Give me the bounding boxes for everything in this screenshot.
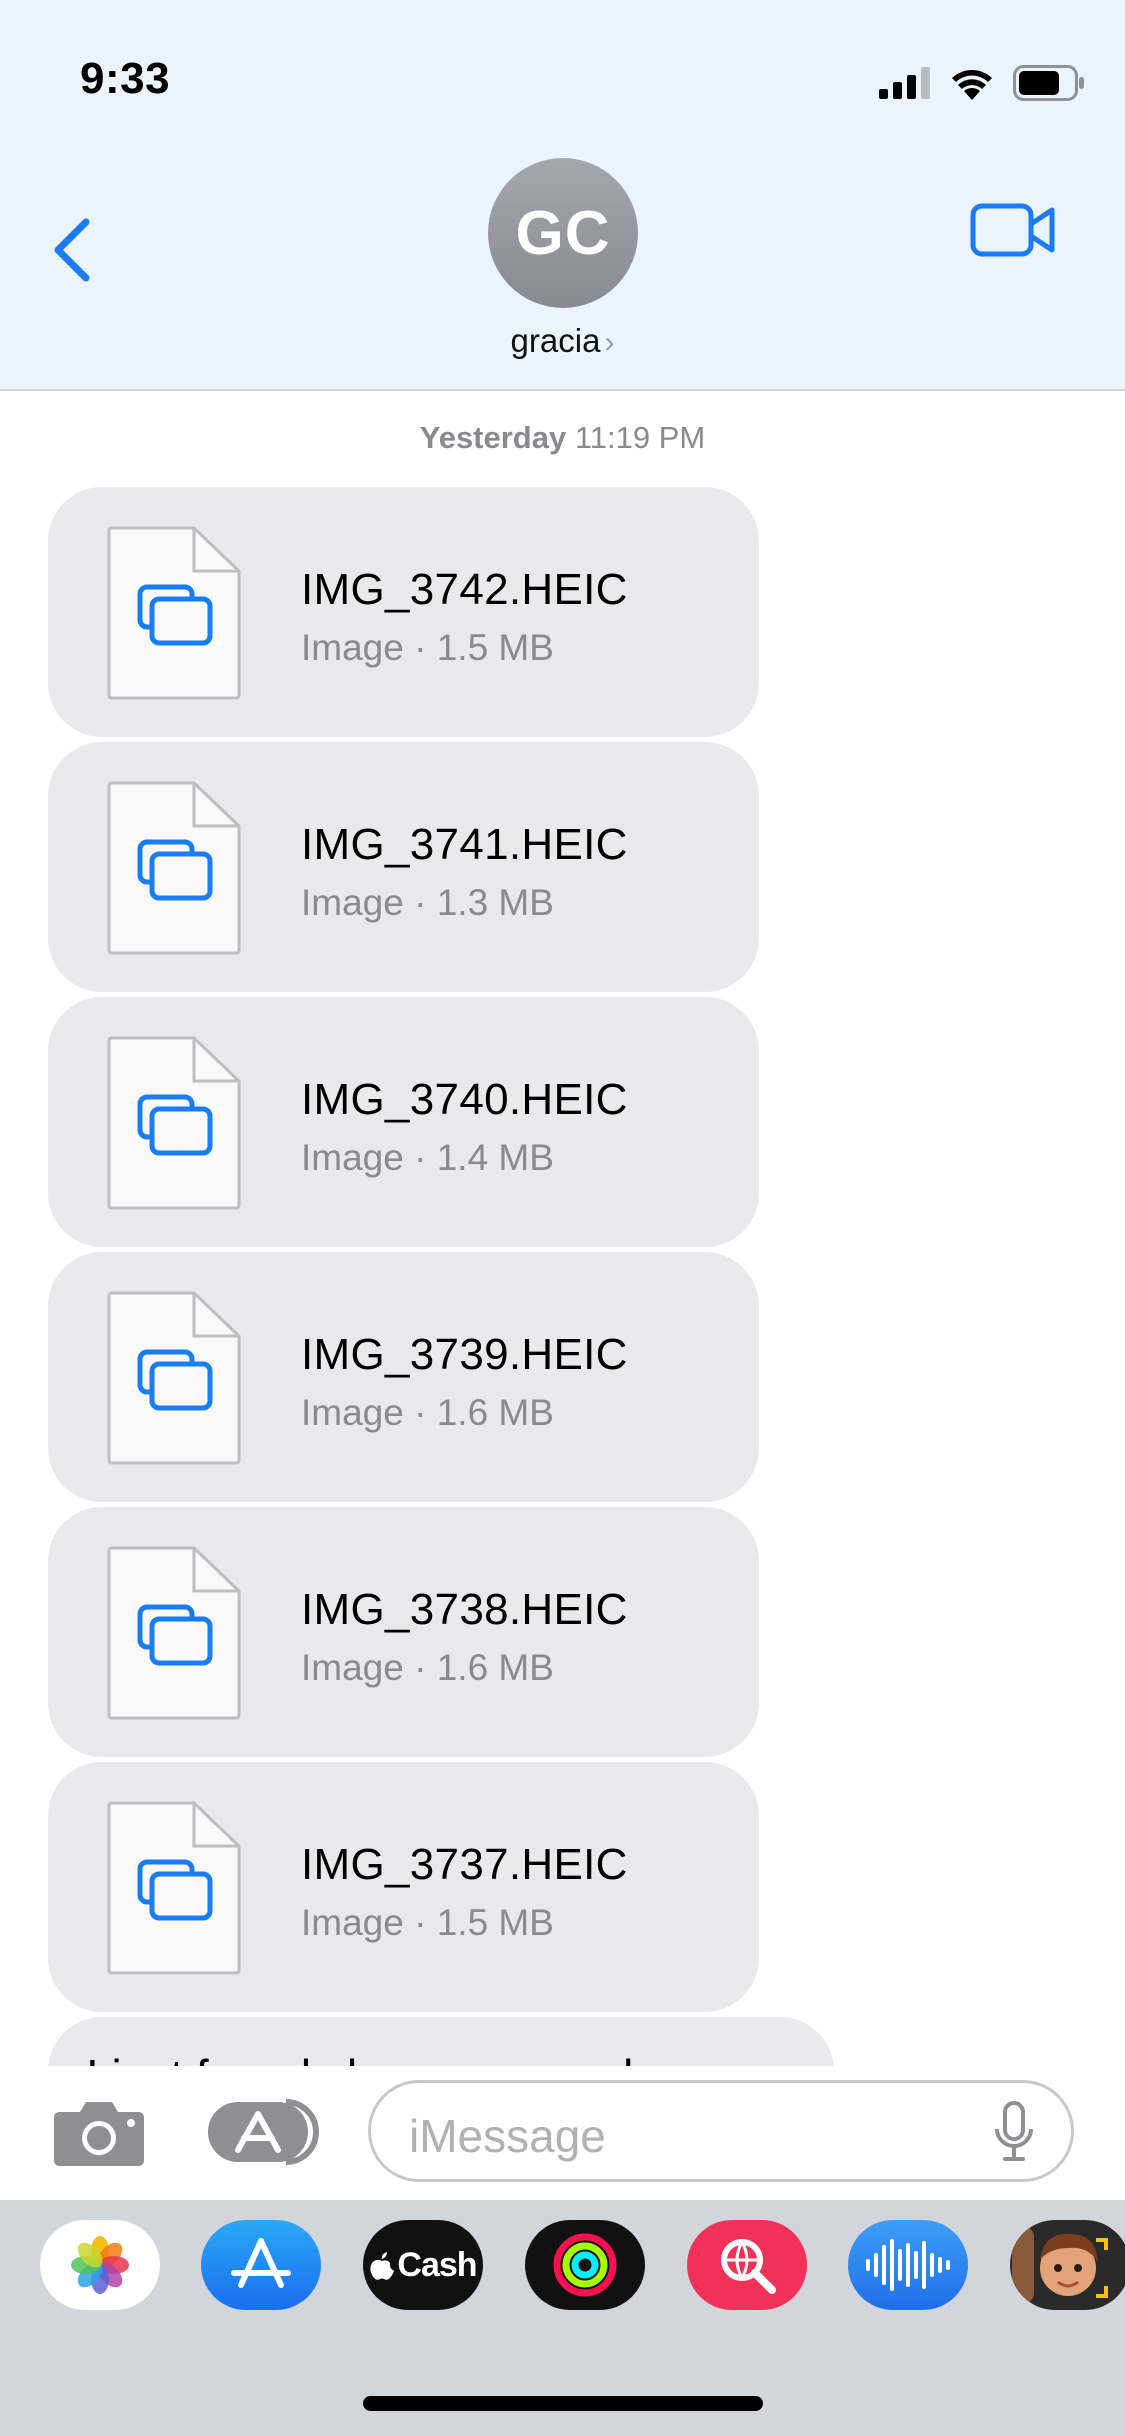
apple-cash-label: Cash [397,2245,477,2284]
attachment-bubble[interactable]: IMG_3738.HEIC Image · 1.6 MB [48,1507,759,1757]
battery-icon [1013,65,1084,101]
attachment-file-name: IMG_3740.HEIC [301,1075,628,1124]
image-file-icon [107,781,241,955]
attachment-file-meta: Image · 1.4 MB [301,1137,554,1178]
fitness-app-button[interactable] [525,2220,645,2310]
attachment-file-meta: Image · 1.6 MB [301,1392,554,1433]
image-file-icon [107,1801,241,1975]
status-icons [879,58,1085,108]
app-store-app-button[interactable] [201,2220,321,2310]
attachment-file-name: IMG_3737.HEIC [301,1840,628,1889]
imessage-placeholder: iMessage [409,2110,606,2162]
audio-message-app-button[interactable] [848,2220,968,2310]
image-file-icon [107,1291,241,1465]
image-file-icon [107,1036,241,1210]
attachment-bubble[interactable]: IMG_3741.HEIC Image · 1.3 MB [48,742,759,992]
image-file-icon [107,1546,241,1720]
attachment-file-meta: Image · 1.6 MB [301,1647,554,1688]
app-store-apps-button[interactable] [208,2096,320,2168]
attachment-file-meta: Image · 1.5 MB [301,627,554,668]
attachment-file-name: IMG_3741.HEIC [301,820,628,869]
conversation-header: 9:33 GC gracia › [0,0,1125,391]
video-camera-icon [970,203,1055,257]
app-store-icon [208,2099,319,2165]
status-time: 9:33 [80,54,171,103]
attachment-file-name: IMG_3739.HEIC [301,1330,628,1379]
facetime-video-button[interactable] [970,200,1056,260]
compose-bar: iMessage [0,2066,1125,2200]
contact-name-button[interactable]: gracia › [0,322,1125,360]
app-store-app-icon [231,2238,291,2288]
wifi-icon [952,70,992,100]
imessage-input[interactable]: iMessage [368,2080,1074,2182]
timestamp-time: 11:19 PM [574,420,706,455]
message-timestamp: Yesterday 11:19 PM [0,420,1125,456]
chevron-left-icon [54,218,90,282]
photos-app-icon [71,2236,129,2294]
photos-app-button[interactable] [40,2220,160,2310]
memoji-app-button[interactable] [1010,2220,1125,2310]
attachment-file-name: IMG_3738.HEIC [301,1585,628,1634]
attachment-file-name: IMG_3742.HEIC [301,565,628,614]
attachment-bubble[interactable]: IMG_3739.HEIC Image · 1.6 MB [48,1252,759,1502]
home-indicator[interactable] [363,2396,763,2411]
back-button[interactable] [42,210,102,290]
apple-logo-icon [370,2252,395,2280]
contact-name: gracia [510,322,601,359]
cellular-signal-icon [879,67,930,99]
memoji-app-icon [1012,2226,1108,2304]
attachment-bubble[interactable]: IMG_3737.HEIC Image · 1.5 MB [48,1762,759,2012]
attachment-file-meta: Image · 1.3 MB [301,882,554,923]
camera-icon [54,2102,144,2166]
attachment-bubble[interactable]: IMG_3740.HEIC Image · 1.4 MB [48,997,759,1247]
timestamp-day: Yesterday [419,420,567,455]
contact-avatar[interactable]: GC [488,158,638,308]
attachment-file-meta: Image · 1.5 MB [301,1902,554,1943]
apple-cash-app-button[interactable]: Cash [363,2220,483,2310]
image-file-icon [107,526,241,700]
attachment-bubble[interactable]: IMG_3742.HEIC Image · 1.5 MB [48,487,759,737]
audio-waveform-icon [866,2239,950,2291]
fitness-app-icon [553,2233,617,2297]
microphone-icon[interactable] [993,2101,1035,2163]
camera-button[interactable] [52,2098,146,2168]
images-search-app-button[interactable] [687,2220,807,2310]
chevron-right-icon: › [604,326,615,359]
images-search-app-icon [721,2239,776,2294]
